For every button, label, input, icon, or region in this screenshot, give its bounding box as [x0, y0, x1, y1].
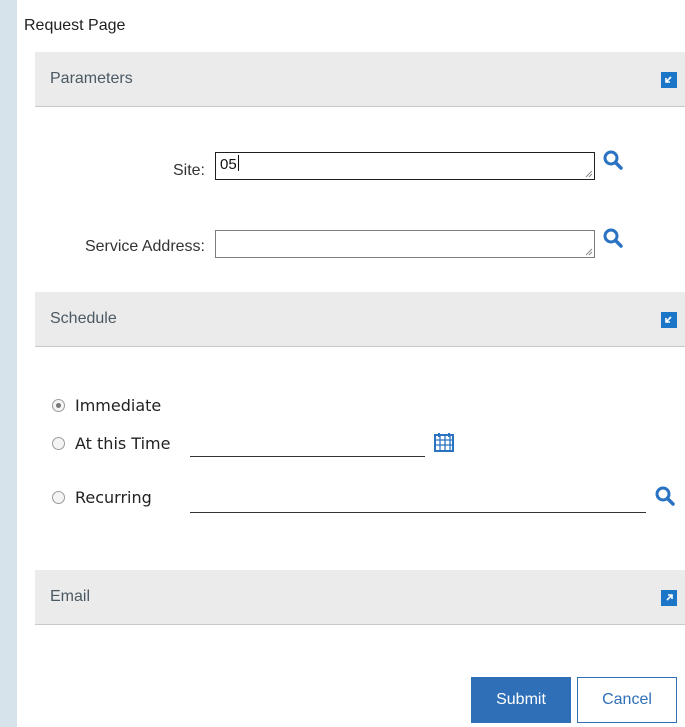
search-icon[interactable]	[653, 484, 677, 508]
radio-label-recurring: Recurring	[75, 487, 152, 507]
service-address-label: Service Address:	[84, 238, 205, 255]
at-this-time-input[interactable]	[190, 432, 425, 457]
radio-label-at-this-time: At this Time	[75, 433, 171, 453]
search-icon[interactable]	[601, 148, 625, 172]
radio-button-recurring[interactable]	[52, 490, 65, 504]
site-label: Site:	[172, 162, 205, 179]
request-page-panel: Request Page Parameters Site: 05 Service…	[17, 0, 685, 727]
text-cursor	[237, 155, 239, 171]
cancel-button[interactable]: Cancel	[577, 677, 677, 723]
submit-button[interactable]: Submit	[471, 677, 571, 723]
site-input[interactable]: 05	[215, 152, 595, 180]
radio-label-immediate: Immediate	[75, 395, 162, 415]
radio-immediate[interactable]: Immediate	[52, 394, 161, 416]
page-title: Request Page	[24, 17, 126, 34]
service-address-input[interactable]	[215, 230, 595, 258]
collapse-icon[interactable]	[661, 312, 677, 328]
expand-icon[interactable]	[661, 590, 677, 606]
site-value: 05	[220, 156, 237, 173]
parameters-section-title: Parameters	[50, 70, 133, 87]
recurring-input[interactable]	[190, 488, 646, 513]
resize-grip-icon[interactable]	[583, 246, 593, 256]
radio-recurring[interactable]: Recurring	[52, 486, 152, 508]
radio-button-immediate[interactable]	[52, 398, 65, 412]
schedule-section-title: Schedule	[50, 310, 117, 327]
resize-grip-icon[interactable]	[583, 168, 593, 178]
radio-button-at-this-time[interactable]	[52, 436, 65, 450]
email-section-header[interactable]: Email	[35, 570, 685, 625]
schedule-section-header[interactable]: Schedule	[35, 292, 685, 347]
search-icon[interactable]	[601, 226, 625, 250]
collapse-icon[interactable]	[661, 72, 677, 88]
email-section-title: Email	[50, 588, 91, 605]
parameters-section-header[interactable]: Parameters	[35, 52, 685, 107]
calendar-icon[interactable]	[433, 431, 455, 453]
radio-at-this-time[interactable]: At this Time	[52, 432, 170, 454]
